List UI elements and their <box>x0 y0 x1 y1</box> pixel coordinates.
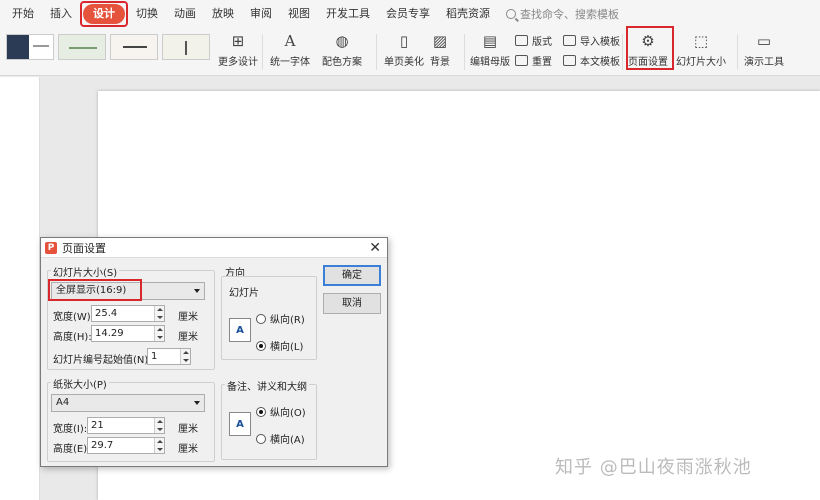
paper-width-unit: 厘米 <box>178 420 198 435</box>
tab-design[interactable]: 设计 <box>83 4 125 24</box>
stepper-arrows-icon[interactable] <box>154 306 164 321</box>
presentation-icon: ▭ <box>755 32 773 50</box>
edit-master-button[interactable]: ▤ 编辑母版 <box>470 32 510 68</box>
import-icon <box>563 35 576 46</box>
background-icon: ▨ <box>431 32 449 50</box>
radio-icon <box>256 434 266 444</box>
notes-landscape-radio[interactable]: 横向(A) <box>256 431 305 446</box>
more-design-button[interactable]: ⊞ 更多设计 <box>218 32 258 68</box>
tab-member[interactable]: 会员专享 <box>378 4 438 24</box>
tab-transition[interactable]: 切换 <box>128 4 166 24</box>
slide-size-highlight <box>48 279 142 301</box>
slides-orientation-label: 幻灯片 <box>227 284 261 299</box>
template-thumb-2[interactable] <box>58 34 106 60</box>
page-setup-button[interactable]: ⚙ 页面设置 <box>628 32 668 68</box>
slides-portrait-radio[interactable]: 纵向(R) <box>256 311 305 326</box>
template-thumb-1[interactable] <box>6 34 54 60</box>
chevron-down-icon <box>194 289 200 293</box>
width-unit: 厘米 <box>178 308 198 323</box>
import-template-button[interactable]: 导入模板 <box>563 33 620 48</box>
background-button[interactable]: ▨ 背景 <box>430 32 450 68</box>
notes-orientation-label: 备注、讲义和大纲 <box>225 378 309 393</box>
slide-size-button[interactable]: ⬚ 幻灯片大小 <box>676 32 726 68</box>
numbering-stepper[interactable]: 1 <box>147 348 191 365</box>
height-label: 高度(H): <box>53 328 92 343</box>
reset-icon <box>515 55 528 66</box>
palette-icon: ◍ <box>333 32 351 50</box>
paper-height-unit: 厘米 <box>178 440 198 455</box>
tab-design-highlight: 设计 <box>80 1 128 27</box>
dialog-title-bar: P 页面设置 <box>41 238 387 258</box>
watermark: 知乎 @巴山夜雨涨秋池 <box>555 453 752 479</box>
ribbon-separator <box>376 34 377 70</box>
search-placeholder: 查找命令、搜索模板 <box>520 6 619 22</box>
radio-selected-icon <box>256 341 266 351</box>
wps-presentation-icon: P <box>45 242 57 254</box>
search-icon <box>506 9 516 19</box>
page-setup-dialog: P 页面设置 ✕ 幻灯片大小(S) 全屏显示(16:9) 宽度(W): 25.4… <box>40 237 388 467</box>
dialog-title: 页面设置 <box>62 240 106 256</box>
paper-size-label: 纸张大小(P) <box>51 376 109 391</box>
single-page-beautify-button[interactable]: ▯ 单页美化 <box>384 32 424 68</box>
ribbon-tab-bar: 开始 插入 设计 切换 动画 放映 审阅 视图 开发工具 会员专享 稻壳资源 查… <box>0 0 820 28</box>
page-setup-icon: ⚙ <box>639 32 657 50</box>
slide-orientation-icon: A <box>229 318 251 342</box>
paper-width-label: 宽度(I): <box>53 420 87 435</box>
reset-button[interactable]: 重置 <box>515 53 552 68</box>
tab-developer[interactable]: 开发工具 <box>318 4 378 24</box>
template-thumb-4[interactable] <box>162 34 210 60</box>
tab-slideshow[interactable]: 放映 <box>204 4 242 24</box>
notes-portrait-radio[interactable]: 纵向(O) <box>256 404 306 419</box>
width-stepper[interactable]: 25.4 <box>91 305 165 322</box>
tab-review[interactable]: 审阅 <box>242 4 280 24</box>
tab-home[interactable]: 开始 <box>4 4 42 24</box>
stepper-arrows-icon[interactable] <box>154 418 164 433</box>
ribbon-separator <box>737 34 738 70</box>
paper-size-select[interactable]: A4 <box>51 394 205 412</box>
unify-font-button[interactable]: A 统一字体 <box>270 32 310 68</box>
command-search[interactable]: 查找命令、搜索模板 <box>506 6 619 22</box>
height-unit: 厘米 <box>178 328 198 343</box>
slide-size-icon: ⬚ <box>692 32 710 50</box>
ribbon-separator <box>464 34 465 70</box>
grid-icon: ⊞ <box>229 32 247 50</box>
slides-landscape-radio[interactable]: 横向(L) <box>256 338 303 353</box>
presentation-tools-button[interactable]: ▭ 演示工具 <box>744 32 784 68</box>
width-label: 宽度(W): <box>53 308 94 323</box>
radio-icon <box>256 314 266 324</box>
slide-size-label: 幻灯片大小(S) <box>51 264 119 279</box>
design-ribbon: ⊞ 更多设计 A 统一字体 ◍ 配色方案 ▯ 单页美化 ▨ 背景 ▤ 编辑母版 … <box>0 28 820 76</box>
page-icon: ▯ <box>395 32 413 50</box>
notes-orientation-icon: A <box>229 412 251 436</box>
master-icon: ▤ <box>481 32 499 50</box>
font-icon: A <box>281 32 299 50</box>
height-stepper[interactable]: 14.29 <box>91 325 165 342</box>
ribbon-separator <box>622 34 623 70</box>
color-scheme-button[interactable]: ◍ 配色方案 <box>322 32 362 68</box>
stepper-arrows-icon[interactable] <box>180 349 190 364</box>
tab-view[interactable]: 视图 <box>280 4 318 24</box>
template-icon <box>563 55 576 66</box>
tab-insert[interactable]: 插入 <box>42 4 80 24</box>
template-thumb-3[interactable] <box>110 34 158 60</box>
stepper-arrows-icon[interactable] <box>154 438 164 453</box>
radio-selected-icon <box>256 407 266 417</box>
slide-thumbnail-panel[interactable] <box>0 77 40 500</box>
paper-height-label: 高度(E): <box>53 440 91 455</box>
cancel-button[interactable]: 取消 <box>323 293 381 314</box>
tab-docer[interactable]: 稻壳资源 <box>438 4 498 24</box>
this-template-button[interactable]: 本文模板 <box>563 53 620 68</box>
ribbon-separator <box>262 34 263 70</box>
layout-icon <box>515 35 528 46</box>
tab-animation[interactable]: 动画 <box>166 4 204 24</box>
paper-width-stepper[interactable]: 21 <box>87 417 165 434</box>
numbering-label: 幻灯片编号起始值(N): <box>53 351 152 366</box>
design-template-gallery <box>6 34 210 60</box>
paper-height-stepper[interactable]: 29.7 <box>87 437 165 454</box>
stepper-arrows-icon[interactable] <box>154 326 164 341</box>
close-icon[interactable]: ✕ <box>369 240 381 256</box>
ok-button[interactable]: 确定 <box>323 265 381 286</box>
layout-button[interactable]: 版式 <box>515 33 552 48</box>
chevron-down-icon <box>194 401 200 405</box>
